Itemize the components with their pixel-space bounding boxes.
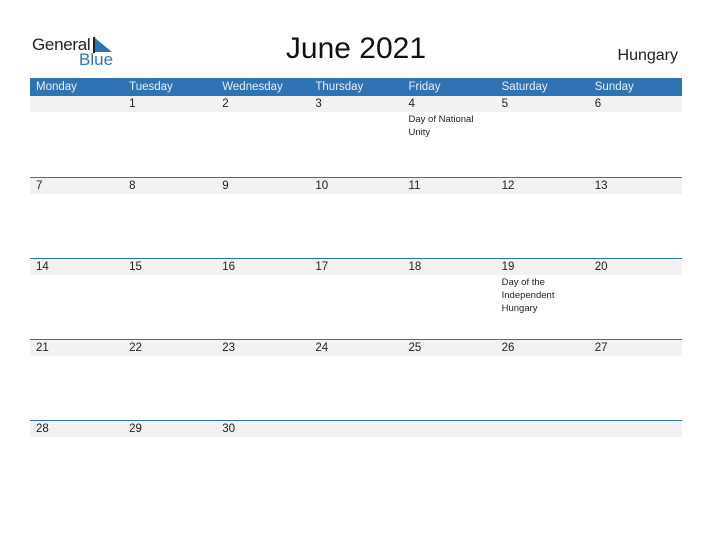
day-number: 24 bbox=[315, 342, 329, 354]
weekday-thursday: Thursday bbox=[315, 81, 364, 93]
day-number bbox=[496, 421, 589, 437]
holiday-label bbox=[589, 437, 682, 438]
day-number: 5 bbox=[501, 98, 509, 110]
day-number: 6 bbox=[594, 98, 602, 110]
holiday-label bbox=[123, 275, 216, 315]
holiday-label bbox=[216, 356, 309, 357]
holiday-label bbox=[589, 112, 682, 139]
week-row: 14 15 16 17 18 19 20 Day of the Independent Hun… bbox=[30, 258, 682, 315]
holiday-label: Day of National Unity bbox=[408, 114, 474, 138]
holiday-label bbox=[123, 356, 216, 357]
weekday-friday: Friday bbox=[408, 81, 441, 93]
holiday-label bbox=[30, 112, 123, 139]
holiday-label bbox=[589, 356, 682, 357]
holiday-label bbox=[309, 112, 402, 139]
holiday-label bbox=[123, 112, 216, 139]
holiday-label bbox=[496, 194, 589, 195]
date-strip: 28 29 30 bbox=[30, 421, 682, 437]
day-number: 15 bbox=[129, 261, 142, 273]
day-number: 14 bbox=[36, 261, 49, 273]
day-number: 18 bbox=[408, 261, 422, 273]
holiday-label bbox=[496, 356, 589, 357]
holiday-label bbox=[30, 437, 123, 438]
holiday-label bbox=[30, 356, 123, 357]
events-row: Day of the Independent Hungary bbox=[30, 275, 682, 315]
day-number: 25 bbox=[408, 342, 422, 354]
events-row bbox=[30, 356, 682, 357]
day-number: 9 bbox=[222, 180, 229, 192]
date-strip: 1 2 3 4 5 6 bbox=[30, 96, 682, 112]
day-number: 27 bbox=[594, 342, 608, 354]
day-number: 22 bbox=[129, 342, 142, 354]
weekday-tuesday: Tuesday bbox=[129, 81, 173, 93]
day-number: 1 bbox=[129, 98, 136, 110]
holiday-label bbox=[216, 194, 309, 195]
day-number: 21 bbox=[36, 342, 49, 354]
holiday-label bbox=[30, 194, 123, 195]
weekday-monday: Monday bbox=[36, 81, 77, 93]
events-row: Day of National Unity bbox=[30, 112, 682, 139]
day-number: 23 bbox=[222, 342, 236, 354]
day-number: 17 bbox=[315, 261, 329, 273]
day-number: 30 bbox=[222, 423, 236, 435]
holiday-label bbox=[403, 275, 496, 315]
holiday-label bbox=[123, 194, 216, 195]
day-number: 19 bbox=[501, 261, 515, 273]
day-number bbox=[589, 421, 682, 437]
day-number: 4 bbox=[408, 98, 415, 110]
weekday-saturday: Saturday bbox=[501, 81, 548, 93]
day-number: 10 bbox=[315, 180, 329, 192]
week-row: 28 29 30 bbox=[30, 420, 682, 438]
holiday-label bbox=[403, 194, 496, 195]
day-number: 11 bbox=[408, 180, 421, 192]
day-number: 2 bbox=[222, 98, 229, 110]
day-number: 12 bbox=[501, 180, 515, 192]
holiday-label bbox=[309, 356, 402, 357]
holiday-label bbox=[216, 112, 309, 139]
events-row bbox=[30, 194, 682, 195]
weekday-header: Monday Tuesday Wednesday Thursday Friday… bbox=[30, 78, 682, 96]
date-strip: 21 22 23 24 25 26 27 bbox=[30, 340, 682, 356]
holiday-label bbox=[496, 437, 589, 438]
day-number: 13 bbox=[594, 180, 608, 192]
holiday-label bbox=[216, 275, 309, 315]
day-number: 7 bbox=[36, 180, 43, 192]
holiday-label bbox=[123, 437, 216, 438]
day-number: 3 bbox=[315, 98, 322, 110]
day-number: 29 bbox=[129, 423, 142, 435]
holiday-label bbox=[496, 112, 589, 139]
day-number: 26 bbox=[501, 342, 515, 354]
holiday-label: Day of the Independent Hungary bbox=[501, 277, 555, 314]
holiday-label bbox=[30, 275, 123, 315]
holiday-label bbox=[309, 275, 402, 315]
day-number: 20 bbox=[594, 261, 608, 273]
holiday-label bbox=[216, 437, 309, 438]
calendar-title: June 2021 bbox=[285, 32, 427, 65]
day-number bbox=[309, 421, 402, 437]
events-row bbox=[30, 437, 682, 438]
day-number bbox=[30, 96, 123, 112]
date-strip: 7 8 9 10 11 12 13 bbox=[30, 178, 682, 194]
day-number: 8 bbox=[129, 180, 136, 192]
week-row: 7 8 9 10 11 12 13 bbox=[30, 177, 682, 195]
holiday-label bbox=[589, 275, 682, 315]
holiday-label bbox=[309, 194, 402, 195]
holiday-label bbox=[403, 437, 496, 438]
holiday-label bbox=[403, 356, 496, 357]
day-number bbox=[403, 421, 496, 437]
day-number: 16 bbox=[222, 261, 236, 273]
holiday-label bbox=[589, 194, 682, 195]
date-strip: 14 15 16 17 18 19 20 bbox=[30, 259, 682, 275]
country-label: Hungary bbox=[617, 47, 678, 64]
week-row: 21 22 23 24 25 26 27 bbox=[30, 339, 682, 357]
weekday-wednesday: Wednesday bbox=[222, 81, 283, 93]
weekday-sunday: Sunday bbox=[594, 81, 634, 93]
week-row: 1 2 3 4 5 6 Day of National Unity bbox=[30, 96, 682, 139]
day-number: 28 bbox=[36, 423, 49, 435]
holiday-label bbox=[309, 437, 402, 438]
